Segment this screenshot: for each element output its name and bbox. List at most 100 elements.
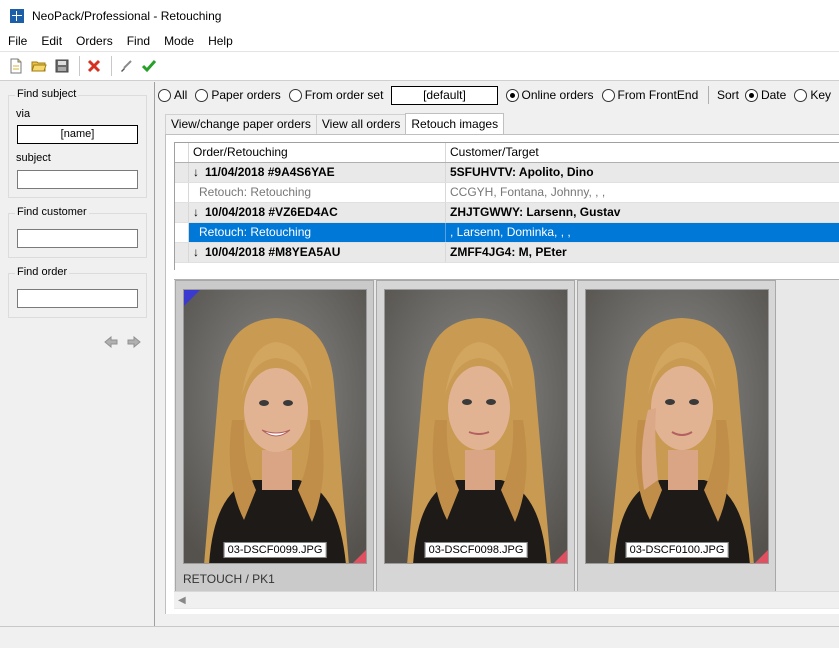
table-row[interactable]: ↓ 10/04/2018 #VZ6ED4AC ZHJTGWWY: Larsenn,… (175, 203, 839, 223)
radio-sort-date-label: Date (760, 88, 787, 102)
back-arrow-icon[interactable] (104, 336, 118, 348)
radio-paper-orders-label: Paper orders (211, 88, 281, 102)
table-row[interactable]: ↓ 11/04/2018 #9A4S6YAE 5SFUHVTV: Apolito,… (175, 163, 839, 183)
menu-file[interactable]: File (0, 31, 34, 51)
radio-from-order-set[interactable]: From order set (288, 88, 384, 102)
find-customer-title: Find customer (15, 206, 89, 218)
forward-arrow-icon[interactable] (127, 336, 141, 348)
radio-sort-key[interactable]: Key (794, 88, 831, 102)
arrow-down-icon: ↓ (193, 245, 199, 259)
order-cell: Retouch: Retouching (189, 183, 446, 202)
customer-cell: CCGYH, Fontana, Johnny, , , (450, 185, 606, 199)
radio-dot (794, 88, 808, 102)
column-header-order[interactable]: Order/Retouching (189, 143, 446, 162)
thumbnail-card[interactable]: 03-DSCF0099.JPG RETOUCH / PK1 (175, 280, 374, 593)
order-set-field[interactable]: [default] (391, 85, 498, 105)
sort-label: Sort (716, 88, 739, 102)
via-field[interactable]: [name] (17, 125, 138, 144)
customer-cell: 5SFUHVTV: Apolito, Dino (450, 165, 594, 179)
row-indicator (175, 163, 189, 182)
customer-cell: ZMFF4JG4: M, PEter (450, 245, 567, 259)
radio-dot (505, 88, 519, 102)
horizontal-scrollbar[interactable]: ◀ (174, 591, 839, 608)
brush-button[interactable] (116, 56, 136, 76)
orders-grid: Order/Retouching Customer/Target ↓ 11/04/… (174, 142, 839, 270)
retouch-tab-content: Order/Retouching Customer/Target ↓ 11/04/… (165, 134, 839, 614)
toolbar (0, 51, 839, 81)
delete-button[interactable] (84, 56, 104, 76)
order-input[interactable] (17, 289, 138, 308)
thumbnail-caption: RETOUCH / PK1 (183, 572, 275, 586)
table-row[interactable]: ↓ 10/04/2018 #M8YEA5AU ZMFF4JG4: M, PEter (175, 243, 839, 263)
menu-mode[interactable]: Mode (157, 31, 201, 51)
new-icon (10, 58, 22, 74)
subject-input[interactable] (17, 170, 138, 189)
open-button[interactable] (29, 56, 49, 76)
table-row[interactable]: Retouch: Retouching CCGYH, Fontana, John… (175, 183, 839, 203)
retouch-corner-marker (353, 550, 366, 563)
radio-from-order-set-label: From order set (304, 88, 384, 102)
window-title: NeoPack/Professional - Retouching (32, 8, 222, 23)
thumbnail-filename: 03-DSCF0100.JPG (625, 542, 729, 558)
arrow-down-icon: ↓ (193, 165, 199, 179)
find-customer-group: Find customer (8, 206, 147, 258)
thumbnail-filename: 03-DSCF0098.JPG (424, 542, 528, 558)
menu-orders[interactable]: Orders (69, 31, 120, 51)
portrait-photo: 03-DSCF0099.JPG (183, 289, 367, 564)
via-label: via (16, 108, 31, 120)
check-icon (142, 60, 156, 73)
order-text: 11/04/2018 #9A4S6YAE (205, 165, 335, 179)
portrait-photo: 03-DSCF0098.JPG (384, 289, 568, 564)
accept-button[interactable] (139, 56, 159, 76)
find-order-group: Find order (8, 266, 147, 318)
arrow-down-icon: ↓ (193, 205, 199, 219)
menu-find[interactable]: Find (120, 31, 157, 51)
scroll-left-icon[interactable]: ◀ (178, 595, 186, 606)
tab-view-change-paper-orders[interactable]: View/change paper orders (165, 114, 317, 134)
find-subject-title: Find subject (15, 88, 79, 100)
search-panel: Find subject via [name] subject Find cus… (0, 82, 155, 626)
customer-cell: , Larsenn, Dominka, , , (446, 223, 839, 242)
order-text: 10/04/2018 #M8YEA5AU (205, 245, 341, 259)
status-bar (0, 626, 839, 648)
radio-online-orders[interactable]: Online orders (505, 88, 594, 102)
customer-cell: ZHJTGWWY: Larsenn, Gustav (450, 205, 621, 219)
customer-input[interactable] (17, 229, 138, 248)
brush-icon (121, 60, 132, 72)
menu-edit[interactable]: Edit (34, 31, 69, 51)
radio-dot (158, 88, 171, 102)
order-cell: Retouch: Retouching (189, 223, 446, 242)
row-indicator (175, 223, 189, 242)
find-order-title: Find order (15, 266, 70, 278)
toolbar-separator (79, 56, 80, 76)
radio-from-frontend[interactable]: From FrontEnd (601, 88, 699, 102)
thumbnail-filename: 03-DSCF0099.JPG (223, 542, 327, 558)
retouch-corner-marker (755, 550, 768, 563)
radio-dot (288, 88, 302, 102)
thumbnail-card[interactable]: 03-DSCF0098.JPG (376, 280, 575, 593)
radio-paper-orders[interactable]: Paper orders (195, 88, 281, 102)
order-cell: ↓ 11/04/2018 #9A4S6YAE (189, 163, 446, 182)
menu-bar: File Edit Orders Find Mode Help (0, 31, 839, 51)
menu-help[interactable]: Help (201, 31, 240, 51)
tab-retouch-images[interactable]: Retouch images (405, 113, 505, 135)
new-button[interactable] (6, 56, 26, 76)
save-icon (55, 59, 69, 73)
grid-header: Order/Retouching Customer/Target (175, 143, 839, 163)
radio-sort-date[interactable]: Date (744, 88, 787, 102)
app-icon (10, 8, 24, 23)
radio-from-frontend-label: From FrontEnd (617, 88, 699, 102)
find-subject-group: Find subject via [name] subject (8, 88, 147, 198)
column-header-customer[interactable]: Customer/Target (446, 143, 839, 162)
thumbnail-card[interactable]: 03-DSCF0100.JPG (577, 280, 776, 593)
row-indicator (175, 183, 189, 202)
radio-all[interactable]: All (158, 88, 187, 102)
tab-view-all-orders[interactable]: View all orders (315, 114, 407, 134)
portrait-photo: 03-DSCF0100.JPG (585, 289, 769, 564)
save-button[interactable] (52, 56, 72, 76)
order-text: 10/04/2018 #VZ6ED4AC (205, 205, 338, 219)
radio-dot (195, 88, 209, 102)
subject-label: subject (16, 152, 51, 164)
table-row-selected[interactable]: Retouch: Retouching , Larsenn, Dominka, … (175, 223, 839, 243)
radio-dot (744, 88, 758, 102)
